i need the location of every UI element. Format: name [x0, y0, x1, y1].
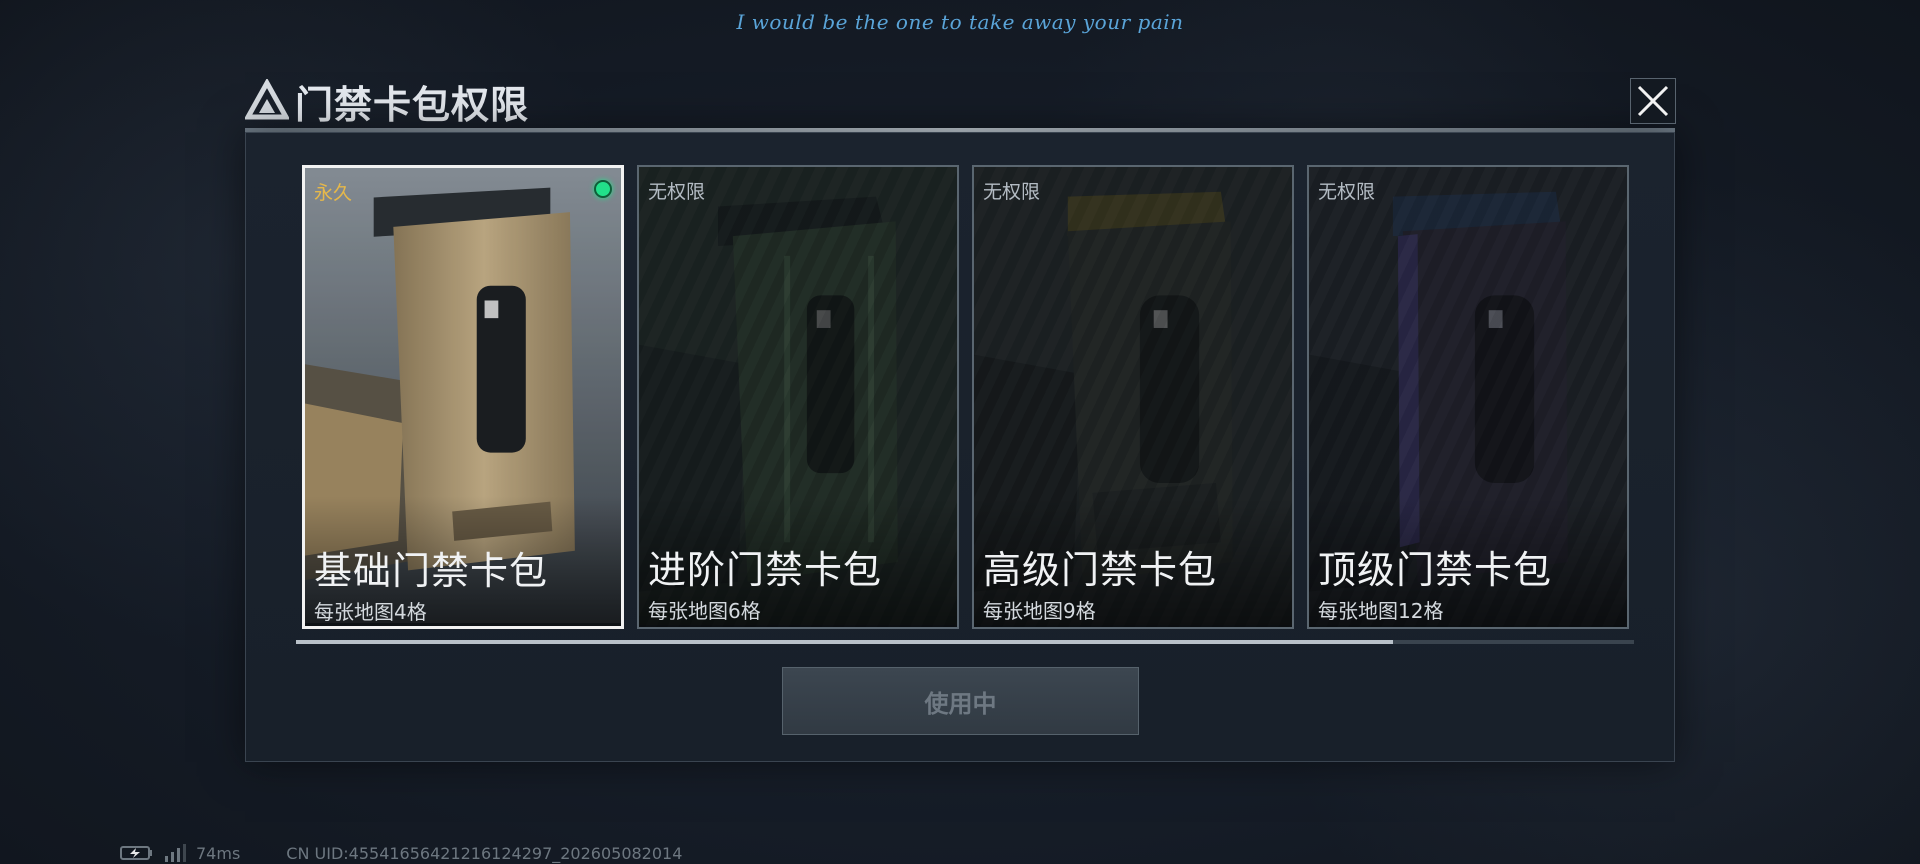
triangle-logo-icon — [245, 79, 289, 120]
card-senior[interactable]: 无权限 高级门禁卡包 每张地图9格 — [972, 165, 1294, 629]
equipped-indicator-icon — [594, 180, 612, 198]
subtitle-caption: I would be the one to take away your pai… — [736, 10, 1184, 34]
card-name: 进阶门禁卡包 — [648, 548, 883, 592]
user-uid: CN UID:45541656421216124297_202605082014 — [286, 843, 683, 863]
card-status: 无权限 — [983, 181, 1041, 203]
card-capacity: 每张地图12格 — [1318, 599, 1444, 623]
card-scrollbar[interactable] — [296, 640, 1634, 644]
card-capacity: 每张地图4格 — [314, 600, 427, 624]
dialog-header: 门禁卡包权限 — [245, 76, 530, 127]
battery-charging-icon — [120, 846, 152, 860]
dialog-title: 门禁卡包权限 — [295, 82, 530, 127]
close-icon — [1637, 85, 1669, 117]
card-capacity: 每张地图6格 — [648, 599, 761, 623]
scrollbar-thumb[interactable] — [296, 640, 1394, 644]
in-use-button[interactable]: 使用中 — [782, 667, 1139, 735]
card-capacity: 每张地图9格 — [983, 599, 1096, 623]
card-list: 永久 基础门禁卡包 每张地图4格 无权限 进阶门禁卡包 每张地图6格 无权限 高… — [302, 165, 1632, 629]
card-top[interactable]: 无权限 顶级门禁卡包 每张地图12格 — [1307, 165, 1629, 629]
signal-strength-icon — [165, 844, 186, 862]
close-button[interactable] — [1630, 78, 1676, 124]
card-name: 顶级门禁卡包 — [1318, 548, 1553, 592]
card-name: 基础门禁卡包 — [314, 549, 549, 593]
card-advanced[interactable]: 无权限 进阶门禁卡包 每张地图6格 — [637, 165, 959, 629]
card-name: 高级门禁卡包 — [983, 548, 1218, 592]
card-status: 无权限 — [648, 181, 706, 203]
card-status: 无权限 — [1318, 181, 1376, 203]
game-screen: { "subtitle": "I would be the one to tak… — [0, 0, 1920, 864]
status-footer: 74ms CN UID:45541656421216124297_2026050… — [120, 843, 682, 863]
card-basic[interactable]: 永久 基础门禁卡包 每张地图4格 — [302, 165, 624, 629]
ping-value: 74ms — [196, 843, 241, 863]
card-status: 永久 — [314, 182, 353, 204]
